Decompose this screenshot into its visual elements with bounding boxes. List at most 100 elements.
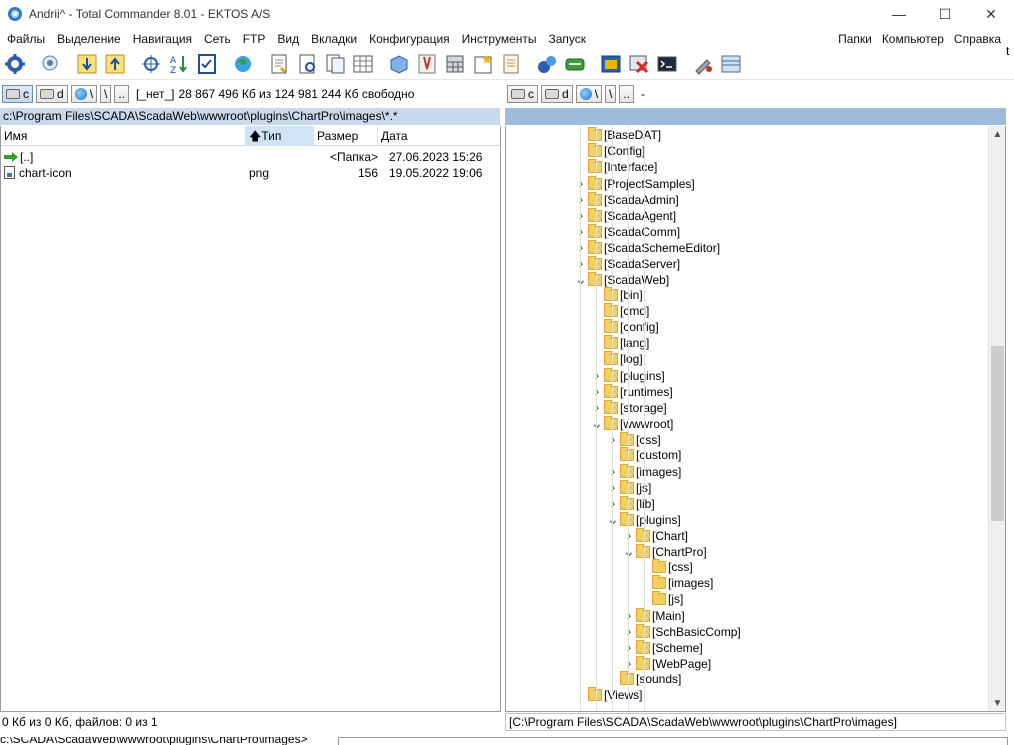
tree-item[interactable]: ⌄ [ScadaWeb] xyxy=(574,271,669,287)
chevron-right-icon[interactable]: › xyxy=(622,655,636,671)
menu-launch[interactable]: Запуск xyxy=(543,32,593,46)
rename-tool-icon[interactable] xyxy=(414,51,440,77)
file-row-chart-icon[interactable]: chart-icon png 156 19.05.2022 19:06 xyxy=(1,165,500,181)
tree-item[interactable]: › [Main] xyxy=(622,607,685,623)
menu-files[interactable]: Файлы xyxy=(1,32,51,46)
menu-tabs[interactable]: Вкладки xyxy=(305,32,363,46)
chevron-right-icon[interactable]: › xyxy=(606,431,620,447)
chevron-right-icon[interactable]: › xyxy=(622,607,636,623)
left-panel-path[interactable]: c:\Program Files\SCADA\ScadaWeb\wwwroot\… xyxy=(0,108,500,125)
close-button[interactable]: ✕ xyxy=(968,0,1014,28)
left-up-button[interactable]: .. xyxy=(114,85,130,103)
chevron-right-icon[interactable]: › xyxy=(622,623,636,639)
view-file-icon[interactable] xyxy=(266,51,292,77)
calculator-icon[interactable] xyxy=(442,51,468,77)
chevron-down-icon[interactable]: ⌄ xyxy=(590,415,604,431)
window-icon[interactable] xyxy=(598,51,624,77)
chevron-right-icon[interactable]: › xyxy=(622,527,636,543)
pack-icon[interactable] xyxy=(534,51,560,77)
right-network-root-button[interactable]: \ xyxy=(575,85,603,103)
minimize-button[interactable]: — xyxy=(876,0,922,28)
left-drive-d-button[interactable]: d xyxy=(36,85,68,103)
chevron-right-icon[interactable]: › xyxy=(590,383,604,399)
delete-icon[interactable] xyxy=(626,51,652,77)
left-network-root-button[interactable]: \ xyxy=(70,85,98,103)
right-panel-header[interactable] xyxy=(505,108,1006,125)
tree-item[interactable]: [Config] xyxy=(574,143,645,159)
menu-ftp[interactable]: FTP xyxy=(237,32,272,46)
chevron-right-icon[interactable]: › xyxy=(590,399,604,415)
copy-file-icon[interactable] xyxy=(322,51,348,77)
tree-item[interactable]: ⌄[wwwroot] xyxy=(590,415,673,431)
scroll-thumb[interactable] xyxy=(991,346,1004,521)
chevron-right-icon[interactable]: › xyxy=(574,175,588,191)
tree-item[interactable]: › [SchBasicComp] xyxy=(622,623,741,639)
column-name[interactable]: Имя xyxy=(1,126,246,146)
right-up-button[interactable]: .. xyxy=(619,85,635,103)
tree-item[interactable]: › [lib] xyxy=(606,495,655,511)
sort-down-icon[interactable] xyxy=(74,51,100,77)
total-commander-app-icon[interactable] xyxy=(7,6,23,22)
maximize-button[interactable]: ☐ xyxy=(922,0,968,28)
menu-configuration[interactable]: Конфигурация xyxy=(363,32,456,46)
sort-az-icon[interactable]: AZ xyxy=(166,51,192,77)
chevron-down-icon[interactable]: ⌄ xyxy=(574,271,588,287)
tree-item[interactable]: [css] xyxy=(638,559,693,575)
file-row-parent[interactable]: [..] <Папка> 27.06.2023 15:26 xyxy=(1,149,500,165)
world-icon[interactable] xyxy=(230,51,256,77)
chevron-right-icon[interactable]: › xyxy=(574,191,588,207)
grid-view-icon[interactable] xyxy=(350,51,376,77)
panel-icon[interactable] xyxy=(718,51,744,77)
tree-item[interactable]: [cmd] xyxy=(590,303,649,319)
chevron-down-icon[interactable]: ⌄ xyxy=(606,511,620,527)
box-icon[interactable] xyxy=(386,51,412,77)
compare-icon[interactable] xyxy=(138,51,164,77)
tree-item[interactable]: › [Chart] xyxy=(622,527,688,543)
chevron-right-icon[interactable]: › xyxy=(622,639,636,655)
terminal-icon[interactable] xyxy=(654,51,680,77)
scroll-down-arrow-icon[interactable]: ▼ xyxy=(989,695,1005,711)
right-tree-panel[interactable]: [BaseDAT][Config][Interface]›[ProjectSam… xyxy=(505,126,1006,712)
star-icon[interactable] xyxy=(470,51,496,77)
menu-navigation[interactable]: Навигация xyxy=(127,32,198,46)
menu-tools[interactable]: Инструменты xyxy=(456,32,543,46)
chevron-right-icon[interactable]: › xyxy=(606,463,620,479)
tree-item[interactable]: ›[runtimes] xyxy=(590,383,673,399)
tree-item[interactable]: [BaseDAT] xyxy=(574,127,661,143)
command-input[interactable] xyxy=(338,737,1008,745)
chevron-right-icon[interactable]: › xyxy=(606,479,620,495)
tree-item[interactable]: › [WebPage] xyxy=(622,655,712,671)
tree-item[interactable]: › [ScadaAgent] xyxy=(574,207,676,223)
chevron-right-icon[interactable]: › xyxy=(606,495,620,511)
notepad-icon[interactable] xyxy=(498,51,524,77)
chevron-right-icon[interactable]: › xyxy=(574,207,588,223)
tree-scrollbar[interactable]: ▲ ▼ xyxy=(988,126,1005,711)
tree-item[interactable]: › [css] xyxy=(606,431,661,447)
network-settings-icon[interactable] xyxy=(38,51,64,77)
chevron-right-icon[interactable]: › xyxy=(590,367,604,383)
chevron-right-icon[interactable]: › xyxy=(574,239,588,255)
column-size[interactable]: Размер xyxy=(314,126,378,146)
tree-item[interactable]: [log] xyxy=(590,351,643,367)
menu-folders[interactable]: Папки xyxy=(833,32,877,46)
gear-icon[interactable] xyxy=(2,51,28,77)
sort-up-icon[interactable] xyxy=(102,51,128,77)
right-root-button[interactable]: \ xyxy=(605,85,617,103)
tree-item[interactable]: [config] xyxy=(590,319,659,335)
menu-network[interactable]: Сеть xyxy=(198,32,237,46)
scroll-up-arrow-icon[interactable]: ▲ xyxy=(989,126,1005,143)
tree-item[interactable]: › [ScadaAdmin] xyxy=(574,191,679,207)
column-type[interactable]: 🡅Тип xyxy=(246,126,314,146)
tree-item[interactable]: › [Scheme] xyxy=(622,639,703,655)
menu-selection[interactable]: Выделение xyxy=(51,32,127,46)
tree-item[interactable]: [bin] xyxy=(590,287,643,303)
left-file-panel[interactable]: Имя 🡅Тип Размер Дата [..] <Папка> 27.06.… xyxy=(0,126,501,712)
chevron-right-icon[interactable]: › xyxy=(574,255,588,271)
checklist-icon[interactable] xyxy=(194,51,220,77)
right-drive-d-button[interactable]: d xyxy=(541,85,573,103)
tree-item[interactable]: [images] xyxy=(638,575,713,591)
left-root-button[interactable]: \ xyxy=(100,85,112,103)
chevron-down-icon[interactable]: ⌄ xyxy=(622,543,636,559)
edit-file-icon[interactable] xyxy=(294,51,320,77)
tree-item[interactable]: ⌄ [ChartPro] xyxy=(622,543,707,559)
